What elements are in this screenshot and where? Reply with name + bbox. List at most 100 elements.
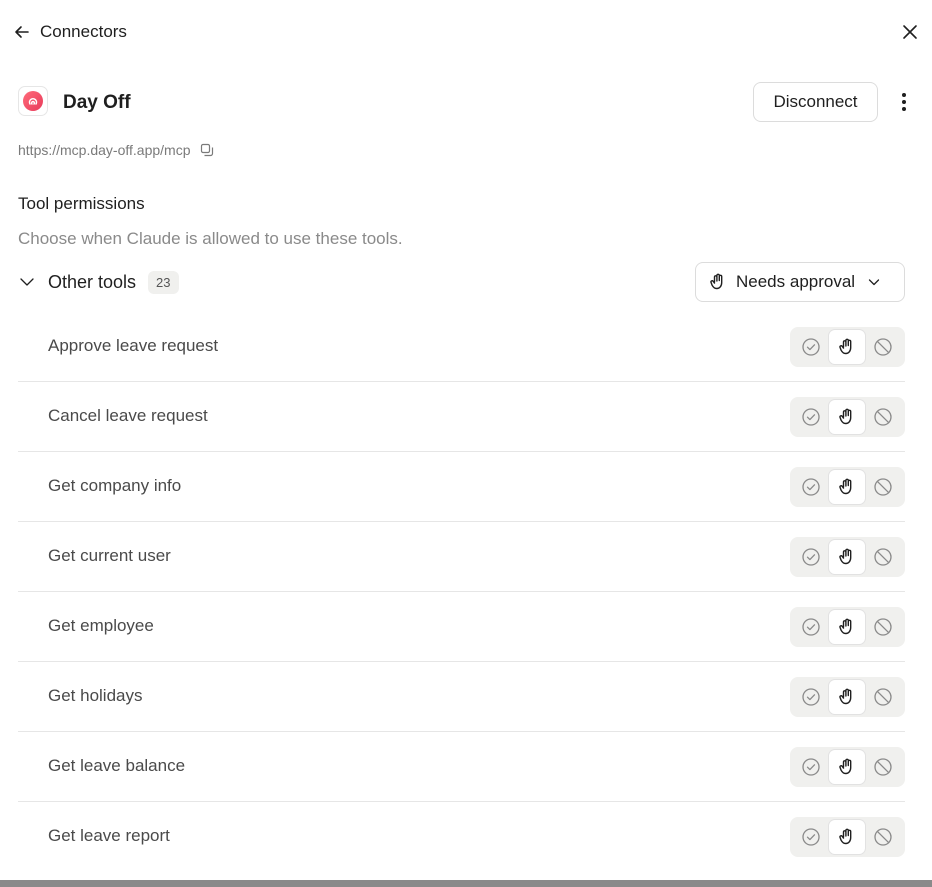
tool-row: Get current user xyxy=(18,522,905,592)
day-off-logo xyxy=(18,86,48,116)
tool-permission-toggle xyxy=(790,397,905,437)
group-permission-value: Needs approval xyxy=(736,272,856,291)
hand-icon xyxy=(839,338,852,355)
arrow-left-icon xyxy=(15,26,29,38)
block-icon xyxy=(874,758,892,776)
block-icon xyxy=(874,688,892,706)
hand-icon xyxy=(839,478,852,495)
needs-approval-button[interactable] xyxy=(829,610,865,644)
block-icon xyxy=(874,408,892,426)
always-allow-button[interactable] xyxy=(793,400,829,434)
needs-approval-button[interactable] xyxy=(829,470,865,504)
chevron-down-icon xyxy=(868,279,880,286)
hand-icon xyxy=(839,828,852,845)
block-button[interactable] xyxy=(865,750,901,784)
needs-approval-button[interactable] xyxy=(829,540,865,574)
check-circle-icon xyxy=(802,408,820,426)
chevron-down-icon xyxy=(20,278,34,286)
check-circle-icon xyxy=(802,618,820,636)
tool-group-row: Other tools 23 Needs approval xyxy=(18,262,905,302)
tool-group-count-badge: 23 xyxy=(148,270,179,294)
check-circle-icon xyxy=(802,758,820,776)
always-allow-button[interactable] xyxy=(793,610,829,644)
always-allow-button[interactable] xyxy=(793,820,829,854)
check-circle-icon xyxy=(802,828,820,846)
connector-url: https://mcp.day-off.app/mcp xyxy=(18,142,191,158)
tool-group-label: Other tools xyxy=(48,271,137,292)
hand-icon xyxy=(839,758,852,775)
needs-approval-button[interactable] xyxy=(829,330,865,364)
close-icon xyxy=(903,25,917,39)
hand-icon xyxy=(710,273,723,290)
tool-row: Approve leave request xyxy=(18,312,905,382)
needs-approval-button[interactable] xyxy=(829,680,865,714)
tool-permission-toggle xyxy=(790,817,905,857)
more-options-button[interactable] xyxy=(892,90,916,114)
tool-name: Get holidays xyxy=(48,686,143,705)
block-button[interactable] xyxy=(865,680,901,714)
back-label: Connectors xyxy=(40,22,127,41)
check-circle-icon xyxy=(802,548,820,566)
hand-icon xyxy=(839,548,852,565)
always-allow-button[interactable] xyxy=(793,540,829,574)
group-permission-select[interactable]: Needs approval xyxy=(695,262,905,302)
tool-row: Get leave balance xyxy=(18,732,905,802)
tool-row: Get employee xyxy=(18,592,905,662)
block-button[interactable] xyxy=(865,540,901,574)
always-allow-button[interactable] xyxy=(793,680,829,714)
always-allow-button[interactable] xyxy=(793,750,829,784)
tool-permission-toggle xyxy=(790,327,905,367)
check-circle-icon xyxy=(802,688,820,706)
tool-name: Cancel leave request xyxy=(48,406,208,425)
needs-approval-button[interactable] xyxy=(829,750,865,784)
tool-permission-toggle xyxy=(790,467,905,507)
connector-header: Day Off Disconnect xyxy=(18,82,916,122)
tool-name: Get employee xyxy=(48,616,154,635)
tool-name: Get current user xyxy=(48,546,171,565)
block-button[interactable] xyxy=(865,400,901,434)
block-icon xyxy=(874,828,892,846)
always-allow-button[interactable] xyxy=(793,470,829,504)
block-icon xyxy=(874,618,892,636)
back-to-connectors-button[interactable]: Connectors xyxy=(12,20,127,44)
close-button[interactable] xyxy=(898,20,922,44)
tool-permission-toggle xyxy=(790,677,905,717)
needs-approval-button[interactable] xyxy=(829,400,865,434)
tool-row: Get holidays xyxy=(18,662,905,732)
tool-name: Get company info xyxy=(48,476,182,495)
tool-name: Get leave balance xyxy=(48,756,186,775)
hand-icon xyxy=(839,408,852,425)
block-button[interactable] xyxy=(865,470,901,504)
connector-url-row: https://mcp.day-off.app/mcp xyxy=(18,140,215,160)
tool-row: Get leave report xyxy=(18,802,905,872)
check-circle-icon xyxy=(802,338,820,356)
block-icon xyxy=(874,338,892,356)
tool-permission-toggle xyxy=(790,537,905,577)
block-button[interactable] xyxy=(865,820,901,854)
day-off-logo-icon xyxy=(28,97,38,105)
header: Connectors xyxy=(0,0,932,64)
tool-name: Get leave report xyxy=(48,826,170,845)
copy-icon[interactable] xyxy=(199,142,215,158)
window-bottom-edge xyxy=(0,880,932,887)
hand-icon xyxy=(839,688,852,705)
hand-icon xyxy=(839,618,852,635)
more-vertical-icon xyxy=(902,93,906,111)
check-circle-icon xyxy=(802,478,820,496)
tool-row: Get company info xyxy=(18,452,905,522)
block-icon xyxy=(874,478,892,496)
block-button[interactable] xyxy=(865,330,901,364)
tool-name: Approve leave request xyxy=(48,336,219,355)
block-icon xyxy=(874,548,892,566)
block-button[interactable] xyxy=(865,610,901,644)
tool-permissions-title: Tool permissions xyxy=(18,194,145,213)
disconnect-button[interactable]: Disconnect xyxy=(753,82,878,122)
tool-row: Cancel leave request xyxy=(18,382,905,452)
needs-approval-button[interactable] xyxy=(829,820,865,854)
always-allow-button[interactable] xyxy=(793,330,829,364)
tool-group-toggle[interactable]: Other tools 23 xyxy=(18,270,179,294)
tool-permission-toggle xyxy=(790,607,905,647)
tools-list: Approve leave request Cancel leave reque… xyxy=(18,312,905,872)
tool-permissions-description: Choose when Claude is allowed to use the… xyxy=(18,229,403,248)
tool-permission-toggle xyxy=(790,747,905,787)
